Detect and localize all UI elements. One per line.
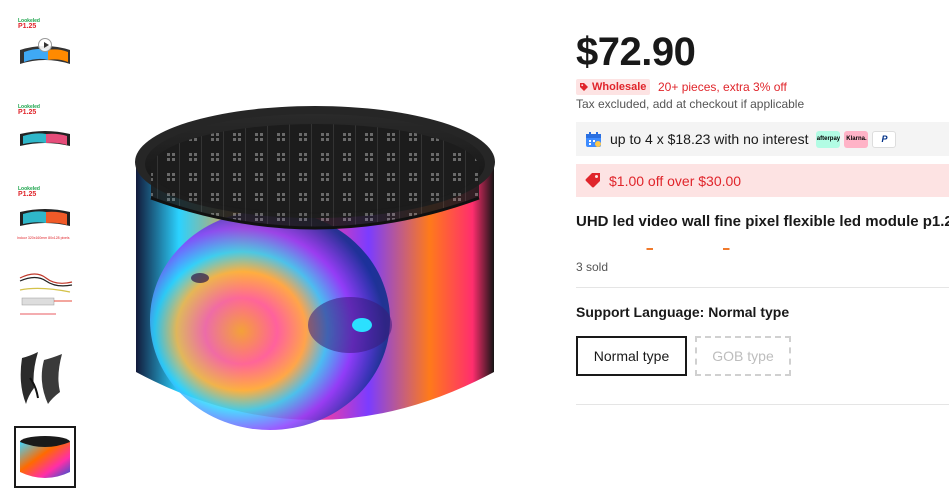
tag-icon (580, 83, 588, 91)
led-cylinder-image (20, 436, 70, 478)
sold-count: 3 sold (576, 260, 609, 271)
flexible-module-image (20, 352, 62, 404)
divider (576, 404, 949, 405)
installments-text: up to 4 x $18.23 with no interest (610, 131, 809, 147)
afterpay-logo: afterpay (816, 130, 841, 148)
thumbnail-5[interactable] (14, 346, 76, 408)
thumbnail-video[interactable]: Lookeled P1.25 (14, 14, 76, 76)
led-module-image (20, 209, 70, 226)
calendar-icon (586, 131, 601, 147)
cable-accessory-image (19, 273, 73, 315)
thumbnail-caption: Indoor 320x160mm 80x128 pixels (17, 236, 70, 240)
klarna-logo: Klarna. (844, 130, 869, 148)
coupon-text: $1.00 off over $30.00 (609, 172, 742, 189)
led-module-image (20, 131, 70, 146)
coupon-tag-icon (585, 173, 600, 188)
tax-note: Tax excluded, add at checkout if applica… (576, 97, 805, 111)
option-gob-type[interactable]: GOB type (695, 336, 791, 376)
wholesale-discount-text: 20+ pieces, extra 3% off (658, 80, 787, 94)
product-title: UHD led video wall fine pixel flexible l… (576, 213, 949, 230)
installments-banner[interactable]: up to 4 x $18.23 with no interest afterp… (576, 122, 949, 156)
main-product-image (135, 106, 495, 430)
thumbnail-4[interactable] (14, 264, 76, 326)
thumbnail-3[interactable]: Lookeled P1.25 Indoor 320x160mm 80x128 p… (14, 182, 76, 244)
wholesale-badge-label: Wholesale (592, 81, 647, 93)
rating-stars[interactable] (576, 248, 736, 250)
option-label: Support Language: Normal type (576, 304, 790, 320)
thumbnail-pitch: P1.25 (18, 109, 37, 116)
paypal-logo: P (872, 130, 897, 148)
option-normal-type[interactable]: Normal type (576, 336, 687, 376)
thumbnail-6-selected[interactable] (14, 426, 76, 488)
play-video-icon (38, 38, 52, 52)
wholesale-badge: Wholesale (576, 79, 651, 95)
divider (576, 287, 949, 288)
thumbnail-pitch: P1.25 (18, 191, 37, 198)
thumbnail-pitch: P1.25 (18, 23, 37, 30)
thumbnail-2[interactable]: Lookeled P1.25 (14, 100, 76, 162)
coupon-banner[interactable]: $1.00 off over $30.00 (576, 164, 949, 197)
product-price: $72.90 (576, 30, 696, 74)
